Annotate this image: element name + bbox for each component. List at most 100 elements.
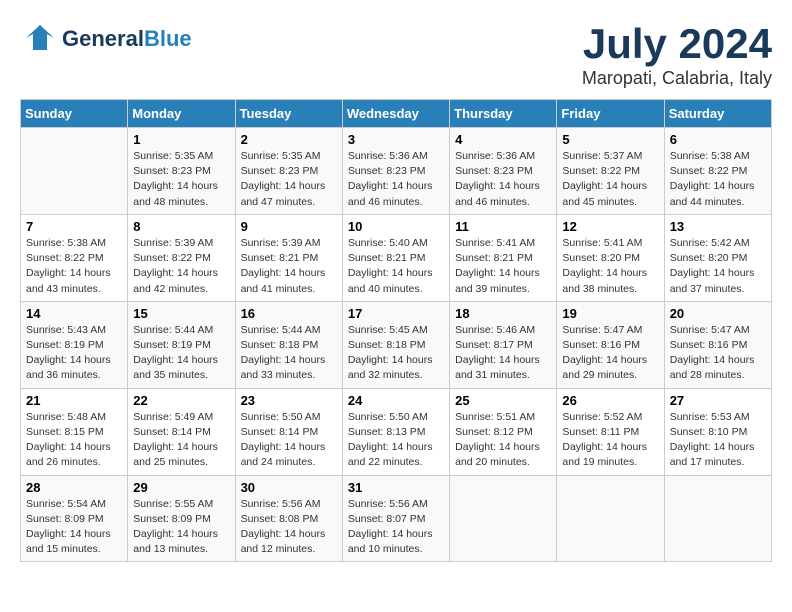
subtitle: Maropati, Calabria, Italy bbox=[582, 68, 772, 89]
calendar-cell: 14Sunrise: 5:43 AM Sunset: 8:19 PM Dayli… bbox=[21, 301, 128, 388]
day-number: 26 bbox=[562, 393, 658, 408]
day-number: 30 bbox=[241, 480, 337, 495]
calendar-week-row: 21 Sunrise: 5:48 AM Sunset: 8:15 PM Dayli… bbox=[21, 388, 772, 475]
weekday-header: Friday bbox=[557, 100, 664, 128]
day-info: Sunrise: 5:53 AM Sunset: 8:10 PM Dayligh… bbox=[670, 410, 766, 471]
calendar-cell: 28 Sunrise: 5:54 AM Sunset: 8:09 PM Dayli… bbox=[21, 475, 128, 562]
day-number: 7 bbox=[26, 219, 122, 234]
day-number: 20 bbox=[670, 306, 766, 321]
calendar-cell: 10 Sunrise: 5:40 AM Sunset: 8:21 PM Dayli… bbox=[342, 214, 449, 301]
day-info: Sunrise: 5:45 AM Sunset: 8:18 PM Dayligh… bbox=[348, 323, 444, 384]
calendar-cell: 9Sunrise: 5:39 AM Sunset: 8:21 PM Daylig… bbox=[235, 214, 342, 301]
day-info: Sunrise: 5:52 AM Sunset: 8:11 PM Dayligh… bbox=[562, 410, 658, 471]
calendar-cell: 15Sunrise: 5:44 AM Sunset: 8:19 PM Dayli… bbox=[128, 301, 235, 388]
calendar-week-row: 14Sunrise: 5:43 AM Sunset: 8:19 PM Dayli… bbox=[21, 301, 772, 388]
day-info: Sunrise: 5:56 AM Sunset: 8:07 PM Dayligh… bbox=[348, 497, 444, 558]
day-info: Sunrise: 5:50 AM Sunset: 8:14 PM Dayligh… bbox=[241, 410, 337, 471]
day-info: Sunrise: 5:48 AM Sunset: 8:15 PM Dayligh… bbox=[26, 410, 122, 471]
calendar-cell: 4 Sunrise: 5:36 AM Sunset: 8:23 PM Daylig… bbox=[450, 128, 557, 215]
day-number: 6 bbox=[670, 132, 766, 147]
weekday-header: Sunday bbox=[21, 100, 128, 128]
day-number: 16 bbox=[241, 306, 337, 321]
calendar-cell: 24 Sunrise: 5:50 AM Sunset: 8:13 PM Dayli… bbox=[342, 388, 449, 475]
calendar-cell: 6 Sunrise: 5:38 AM Sunset: 8:22 PM Daylig… bbox=[664, 128, 771, 215]
day-info: Sunrise: 5:55 AM Sunset: 8:09 PM Dayligh… bbox=[133, 497, 229, 558]
calendar-cell: 5Sunrise: 5:37 AM Sunset: 8:22 PM Daylig… bbox=[557, 128, 664, 215]
calendar-cell: 27 Sunrise: 5:53 AM Sunset: 8:10 PM Dayli… bbox=[664, 388, 771, 475]
calendar-header: SundayMondayTuesdayWednesdayThursdayFrid… bbox=[21, 100, 772, 128]
day-info: Sunrise: 5:35 AM Sunset: 8:23 PM Dayligh… bbox=[241, 149, 337, 210]
weekday-header: Tuesday bbox=[235, 100, 342, 128]
calendar-cell: 18Sunrise: 5:46 AM Sunset: 8:17 PM Dayli… bbox=[450, 301, 557, 388]
logo-icon bbox=[20, 20, 58, 58]
day-number: 23 bbox=[241, 393, 337, 408]
day-number: 11 bbox=[455, 219, 551, 234]
calendar-cell: 20 Sunrise: 5:47 AM Sunset: 8:16 PM Dayli… bbox=[664, 301, 771, 388]
day-info: Sunrise: 5:38 AM Sunset: 8:22 PM Dayligh… bbox=[670, 149, 766, 210]
day-info: Sunrise: 5:41 AM Sunset: 8:20 PM Dayligh… bbox=[562, 236, 658, 297]
day-info: Sunrise: 5:47 AM Sunset: 8:16 PM Dayligh… bbox=[670, 323, 766, 384]
calendar-cell: 7 Sunrise: 5:38 AM Sunset: 8:22 PM Daylig… bbox=[21, 214, 128, 301]
calendar-cell: 21 Sunrise: 5:48 AM Sunset: 8:15 PM Dayli… bbox=[21, 388, 128, 475]
day-number: 17 bbox=[348, 306, 444, 321]
calendar-cell: 2 Sunrise: 5:35 AM Sunset: 8:23 PM Daylig… bbox=[235, 128, 342, 215]
day-info: Sunrise: 5:50 AM Sunset: 8:13 PM Dayligh… bbox=[348, 410, 444, 471]
weekday-header: Thursday bbox=[450, 100, 557, 128]
weekday-header: Saturday bbox=[664, 100, 771, 128]
day-info: Sunrise: 5:38 AM Sunset: 8:22 PM Dayligh… bbox=[26, 236, 122, 297]
day-number: 19 bbox=[562, 306, 658, 321]
page-header: GeneralBlue July 2024 Maropati, Calabria… bbox=[20, 20, 772, 89]
day-info: Sunrise: 5:36 AM Sunset: 8:23 PM Dayligh… bbox=[348, 149, 444, 210]
day-number: 29 bbox=[133, 480, 229, 495]
day-info: Sunrise: 5:43 AM Sunset: 8:19 PM Dayligh… bbox=[26, 323, 122, 384]
day-number: 25 bbox=[455, 393, 551, 408]
logo-blue-text: Blue bbox=[144, 26, 192, 51]
calendar-cell: 17 Sunrise: 5:45 AM Sunset: 8:18 PM Dayli… bbox=[342, 301, 449, 388]
weekday-header: Monday bbox=[128, 100, 235, 128]
day-number: 24 bbox=[348, 393, 444, 408]
calendar-cell: 1Sunrise: 5:35 AM Sunset: 8:23 PM Daylig… bbox=[128, 128, 235, 215]
calendar-cell: 11 Sunrise: 5:41 AM Sunset: 8:21 PM Dayli… bbox=[450, 214, 557, 301]
day-number: 22 bbox=[133, 393, 229, 408]
day-info: Sunrise: 5:54 AM Sunset: 8:09 PM Dayligh… bbox=[26, 497, 122, 558]
day-info: Sunrise: 5:51 AM Sunset: 8:12 PM Dayligh… bbox=[455, 410, 551, 471]
calendar-cell: 25 Sunrise: 5:51 AM Sunset: 8:12 PM Dayli… bbox=[450, 388, 557, 475]
calendar-cell bbox=[21, 128, 128, 215]
day-number: 8 bbox=[133, 219, 229, 234]
day-info: Sunrise: 5:41 AM Sunset: 8:21 PM Dayligh… bbox=[455, 236, 551, 297]
day-number: 1 bbox=[133, 132, 229, 147]
main-title: July 2024 bbox=[582, 20, 772, 68]
day-info: Sunrise: 5:40 AM Sunset: 8:21 PM Dayligh… bbox=[348, 236, 444, 297]
calendar-cell bbox=[450, 475, 557, 562]
day-info: Sunrise: 5:49 AM Sunset: 8:14 PM Dayligh… bbox=[133, 410, 229, 471]
calendar-table: SundayMondayTuesdayWednesdayThursdayFrid… bbox=[20, 99, 772, 562]
day-number: 2 bbox=[241, 132, 337, 147]
day-number: 4 bbox=[455, 132, 551, 147]
day-number: 15 bbox=[133, 306, 229, 321]
day-number: 28 bbox=[26, 480, 122, 495]
calendar-cell bbox=[664, 475, 771, 562]
day-number: 10 bbox=[348, 219, 444, 234]
day-info: Sunrise: 5:44 AM Sunset: 8:18 PM Dayligh… bbox=[241, 323, 337, 384]
day-info: Sunrise: 5:47 AM Sunset: 8:16 PM Dayligh… bbox=[562, 323, 658, 384]
calendar-cell: 30 Sunrise: 5:56 AM Sunset: 8:08 PM Dayli… bbox=[235, 475, 342, 562]
calendar-cell: 26 Sunrise: 5:52 AM Sunset: 8:11 PM Dayli… bbox=[557, 388, 664, 475]
day-info: Sunrise: 5:56 AM Sunset: 8:08 PM Dayligh… bbox=[241, 497, 337, 558]
day-info: Sunrise: 5:39 AM Sunset: 8:22 PM Dayligh… bbox=[133, 236, 229, 297]
logo-general-text: General bbox=[62, 26, 144, 51]
calendar-cell: 31Sunrise: 5:56 AM Sunset: 8:07 PM Dayli… bbox=[342, 475, 449, 562]
day-info: Sunrise: 5:36 AM Sunset: 8:23 PM Dayligh… bbox=[455, 149, 551, 210]
calendar-week-row: 1 Sunrise: 5:35 AM Sunset: 8:23 PM Daylig… bbox=[21, 128, 772, 215]
day-number: 5 bbox=[562, 132, 658, 147]
calendar-cell: 29 Sunrise: 5:55 AM Sunset: 8:09 PM Dayli… bbox=[128, 475, 235, 562]
day-info: Sunrise: 5:46 AM Sunset: 8:17 PM Dayligh… bbox=[455, 323, 551, 384]
calendar-cell: 19 Sunrise: 5:47 AM Sunset: 8:16 PM Dayli… bbox=[557, 301, 664, 388]
calendar-cell: 16 Sunrise: 5:44 AM Sunset: 8:18 PM Dayli… bbox=[235, 301, 342, 388]
day-number: 27 bbox=[670, 393, 766, 408]
day-info: Sunrise: 5:42 AM Sunset: 8:20 PM Dayligh… bbox=[670, 236, 766, 297]
calendar-week-row: 28 Sunrise: 5:54 AM Sunset: 8:09 PM Dayli… bbox=[21, 475, 772, 562]
calendar-cell: 13Sunrise: 5:42 AM Sunset: 8:20 PM Dayli… bbox=[664, 214, 771, 301]
calendar-cell: 12 Sunrise: 5:41 AM Sunset: 8:20 PM Dayli… bbox=[557, 214, 664, 301]
day-number: 12 bbox=[562, 219, 658, 234]
day-number: 21 bbox=[26, 393, 122, 408]
